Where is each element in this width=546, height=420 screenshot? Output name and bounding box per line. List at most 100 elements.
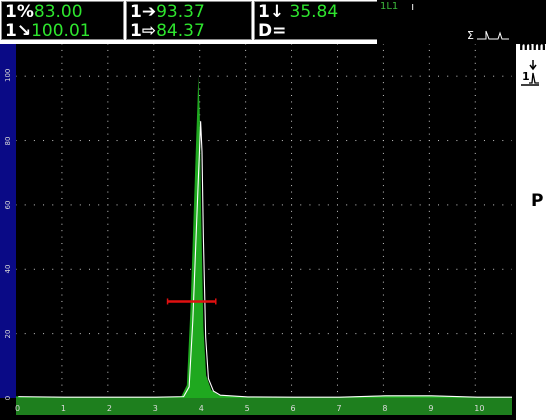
grid-dot: [125, 333, 127, 335]
grid-dot: [153, 371, 155, 373]
grid-dot: [382, 217, 384, 219]
grid-dot: [245, 275, 247, 277]
grid-dot: [346, 140, 348, 142]
grid-dot: [355, 75, 357, 77]
grid-dot: [511, 204, 512, 206]
grid-dot: [245, 146, 247, 148]
grid-dot: [474, 165, 476, 167]
grid-dot: [428, 191, 430, 193]
grid-dot: [61, 49, 63, 51]
grid-dot: [428, 275, 430, 277]
grid-dot: [61, 339, 63, 341]
grid-dot: [300, 333, 302, 335]
grid-dot: [291, 223, 293, 225]
grid-dot: [502, 204, 504, 206]
grid-dot: [382, 172, 384, 174]
grid-dot: [16, 333, 17, 335]
grid-dot: [428, 127, 430, 129]
grid-dot: [153, 333, 155, 335]
grid-dot: [245, 107, 247, 109]
grid-dot: [61, 69, 63, 71]
grid-dot: [153, 197, 155, 199]
grid-dot: [144, 204, 146, 206]
grid-dot: [336, 255, 338, 257]
grid-dot: [263, 140, 265, 142]
grid-dot: [61, 127, 63, 129]
grid-dot: [107, 101, 109, 103]
grid-dot: [61, 101, 63, 103]
grid-dot: [235, 268, 237, 270]
grid-dot: [474, 378, 476, 380]
grid-dot: [438, 268, 440, 270]
grid-dot: [428, 281, 430, 283]
grid-dot: [107, 333, 109, 335]
grid-dot: [465, 268, 467, 270]
range-tick-label: 3: [152, 404, 158, 413]
grid-dot: [153, 300, 155, 302]
grid-dot: [153, 320, 155, 322]
grid-dot: [61, 243, 63, 245]
grid-dot: [245, 243, 247, 245]
range-tick-label: 0: [15, 404, 21, 413]
grid-dot: [428, 391, 430, 393]
grid-dot: [456, 333, 458, 335]
amplitude-ruler: [0, 44, 16, 398]
grid-dot: [61, 165, 63, 167]
grid-dot: [291, 339, 293, 341]
range-tick-label: 5: [244, 404, 250, 413]
grid-dot: [401, 333, 403, 335]
grid-dot: [291, 152, 293, 154]
grid-dot: [107, 275, 109, 277]
grid-dot: [180, 140, 182, 142]
grid-dot: [245, 101, 247, 103]
grid-dot: [281, 204, 283, 206]
grid-dot: [180, 268, 182, 270]
readout-amplitude: 1%83.00: [5, 3, 83, 22]
grid-dot: [474, 346, 476, 348]
grid-dot: [61, 133, 63, 135]
grid-dot: [153, 185, 155, 187]
grid-dot: [318, 75, 320, 77]
grid-dot: [245, 326, 247, 328]
grid-dot: [61, 88, 63, 90]
grid-dot: [428, 346, 430, 348]
grid-dot: [263, 268, 265, 270]
grid-dot: [336, 333, 338, 335]
grid-dot: [61, 159, 63, 161]
grid-dot: [291, 88, 293, 90]
grid-dot: [153, 101, 155, 103]
grid-dot: [245, 88, 247, 90]
grid-dot: [281, 268, 283, 270]
grid-dot: [107, 165, 109, 167]
grid-dot: [346, 204, 348, 206]
grid-dot: [153, 172, 155, 174]
grid-dot: [336, 69, 338, 71]
grid-dot: [199, 56, 201, 58]
grid-dot: [79, 75, 81, 77]
grid-dot: [364, 75, 366, 77]
grid-dot: [428, 101, 430, 103]
grid-dot: [116, 204, 118, 206]
grid-dot: [79, 204, 81, 206]
grid-dot: [419, 75, 421, 77]
grid-dot: [190, 75, 192, 77]
grid-dot: [336, 346, 338, 348]
grid-dot: [245, 49, 247, 51]
reduced-distance-value: 84.37: [156, 21, 205, 41]
readout-sound-path: 1↘100.01: [5, 22, 91, 41]
grid-dot: [61, 307, 63, 309]
grid-dot: [291, 127, 293, 129]
grid-dot: [474, 217, 476, 219]
grid-dot: [428, 378, 430, 380]
grid-dot: [107, 320, 109, 322]
grid-dot: [61, 178, 63, 180]
grid-dot: [493, 268, 495, 270]
grid-dot: [79, 268, 81, 270]
grid-dot: [153, 236, 155, 238]
grid-dot: [483, 333, 485, 335]
grid-dot: [428, 230, 430, 232]
grid-dot: [474, 281, 476, 283]
grid-dot: [24, 140, 26, 142]
grid-dot: [474, 255, 476, 257]
grid-dot: [291, 204, 293, 206]
